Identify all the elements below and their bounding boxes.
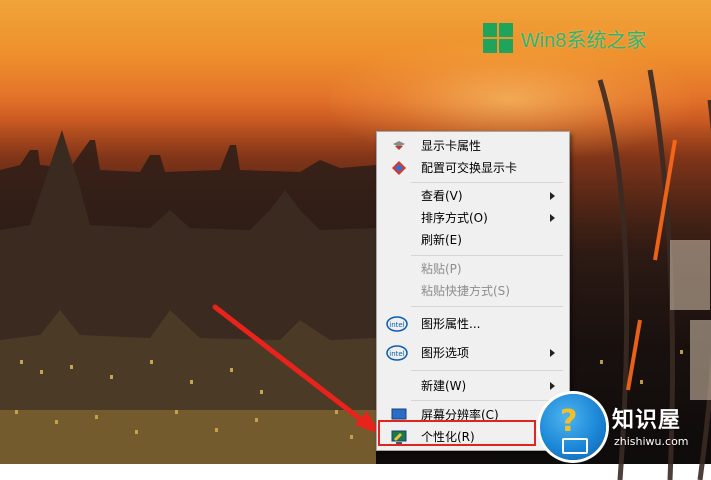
submenu-arrow-icon (550, 214, 555, 222)
intel-icon: intel (386, 316, 408, 332)
personalize-highlight-box (378, 420, 536, 446)
submenu-arrow-icon (550, 382, 555, 390)
zhishiwu-watermark-badge: ? 知识屋 zhishiwu.com (540, 390, 711, 464)
svg-text:intel: intel (389, 350, 404, 358)
win8-watermark-logo: Win8系统之家 (483, 23, 647, 53)
menu-separator (411, 370, 563, 371)
windows-logo-icon (483, 23, 513, 53)
menu-item-paste-shortcut: 粘贴快捷方式(S) (379, 280, 565, 302)
menu-item-label: 图形属性... (421, 317, 481, 331)
menu-item-label: 粘贴快捷方式(S) (421, 284, 510, 298)
menu-item-label: 粘贴(P) (421, 262, 462, 276)
menu-item-view[interactable]: 查看(V) (379, 185, 565, 207)
menu-item-paste: 粘贴(P) (379, 258, 565, 280)
display-card-icon (393, 141, 405, 150)
menu-separator (411, 306, 563, 307)
menu-item-sort-by[interactable]: 排序方式(O) (379, 207, 565, 229)
menu-item-label: 图形选项 (421, 346, 470, 360)
menu-item-refresh[interactable]: 刷新(E) (379, 229, 565, 251)
menu-item-label: 排序方式(O) (421, 211, 488, 225)
switchable-graphics-icon (392, 161, 406, 175)
menu-item-display-card-properties[interactable]: 显示卡属性 (379, 135, 565, 157)
intel-icon: intel (386, 345, 408, 361)
menu-item-label: 配置可交换显示卡 (421, 161, 518, 175)
menu-item-new[interactable]: 新建(W) (379, 375, 565, 397)
submenu-arrow-icon (550, 349, 555, 357)
menu-item-label: 显示卡属性 (421, 139, 482, 153)
badge-url: zhishiwu.com (614, 435, 689, 448)
menu-separator (411, 182, 563, 183)
menu-item-graphics-properties[interactable]: intel 图形属性... (379, 313, 565, 335)
menu-separator (411, 255, 563, 256)
menu-item-label: 查看(V) (421, 189, 463, 203)
menu-item-switchable-graphics[interactable]: 配置可交换显示卡 (379, 157, 565, 179)
badge-title: 知识屋 (612, 408, 682, 433)
watermark-text: Win8系统之家 (521, 29, 647, 52)
svg-text:intel: intel (389, 321, 404, 329)
help-logo-icon: ? (540, 394, 606, 460)
submenu-arrow-icon (550, 192, 555, 200)
menu-item-graphics-options[interactable]: intel 图形选项 (379, 342, 565, 364)
menu-item-label: 新建(W) (421, 379, 467, 393)
menu-item-label: 刷新(E) (421, 233, 462, 247)
